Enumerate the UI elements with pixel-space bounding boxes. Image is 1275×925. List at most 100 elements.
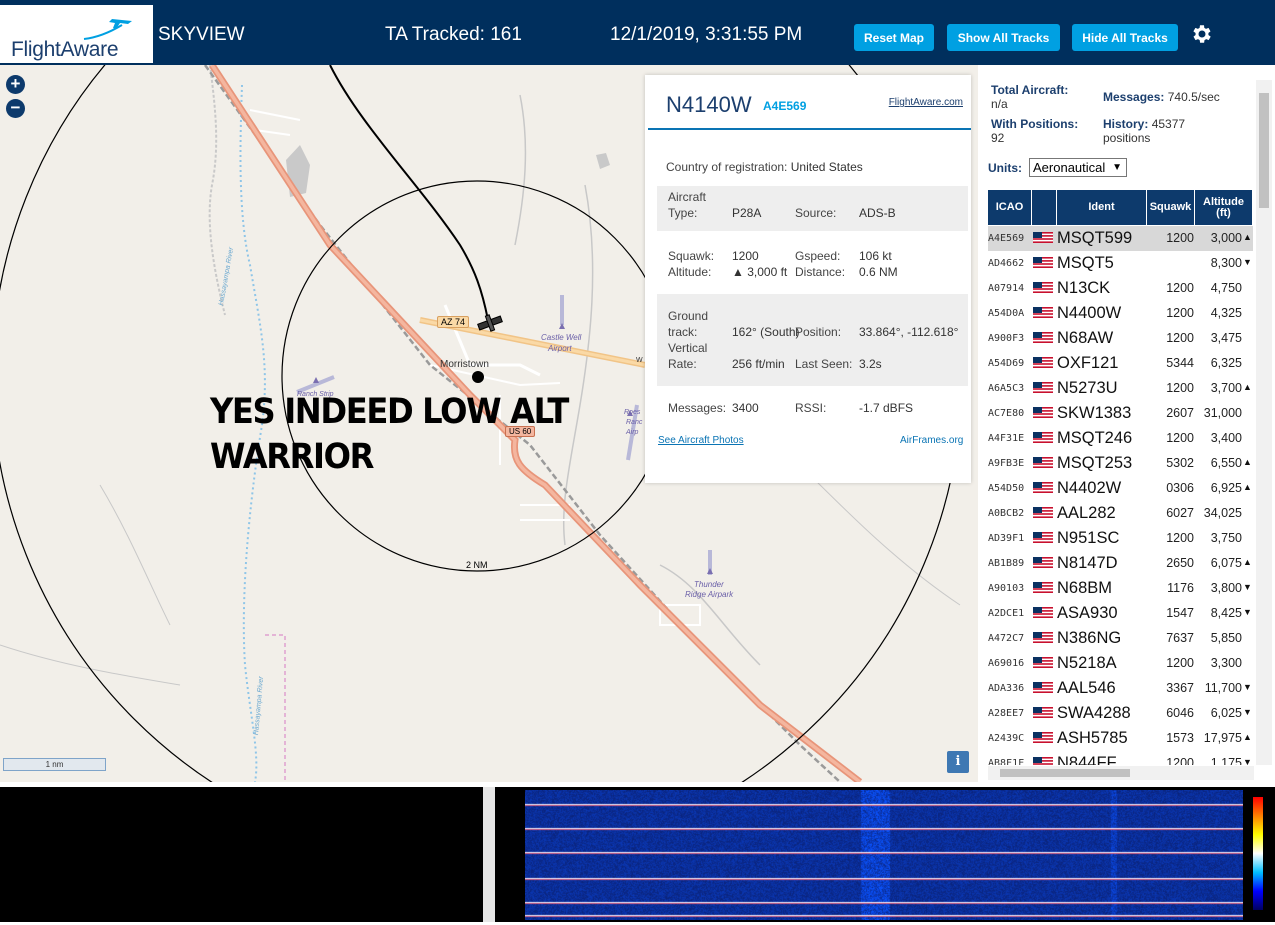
vertical-scroll-thumb[interactable] <box>1259 93 1269 208</box>
spectrum-panel-left <box>0 787 483 922</box>
table-row[interactable]: A54D0A N4400W 1200 4,325 <box>988 301 1253 326</box>
row-squawk: 1200 <box>1166 756 1194 765</box>
table-row[interactable]: A54D50 N4402W 0306 6,925 ▲ <box>988 476 1253 501</box>
zoom-out-button[interactable]: − <box>6 99 25 118</box>
table-row[interactable]: A472C7 N386NG 7637 5,850 <box>988 626 1253 651</box>
table-row[interactable]: A900F3 N68AW 1200 3,475 <box>988 326 1253 351</box>
table-row[interactable]: A2DCE1 ASA930 1547 8,425 ▼ <box>988 601 1253 626</box>
units-select[interactable]: Aeronautical ▼ <box>1029 158 1127 177</box>
col-squawk[interactable]: Squawk <box>1147 190 1195 225</box>
row-squawk: 1200 <box>1166 231 1194 245</box>
table-row[interactable]: AD4662 MSQT5 8,300 ▼ <box>988 251 1253 276</box>
with-positions-label: With Positions: <box>991 117 1079 131</box>
popup-hex[interactable]: A4E569 <box>763 99 806 113</box>
altitude-value: ▲ 3,000 ft <box>732 265 788 279</box>
row-ident: N4402W <box>1057 479 1122 497</box>
row-ident: ASH5785 <box>1057 729 1128 747</box>
table-row[interactable]: AC7E80 SKW1383 2607 31,000 <box>988 401 1253 426</box>
hide-all-tracks-button[interactable]: Hide All Tracks <box>1072 24 1178 51</box>
aircraft-photos-link[interactable]: See Aircraft Photos <box>658 435 744 446</box>
row-icao: A54D50 <box>988 483 1025 494</box>
row-icao: A0BCB2 <box>988 508 1025 519</box>
col-altitude[interactable]: Altitude (ft) <box>1195 190 1253 225</box>
row-ident: SWA4288 <box>1057 704 1131 722</box>
row-vertical-rate-icon: ▼ <box>1243 682 1252 692</box>
table-row[interactable]: A54D69 OXF121 5344 6,325 <box>988 351 1253 376</box>
table-row[interactable]: A69016 N5218A 1200 3,300 <box>988 651 1253 676</box>
castle-well-label-2: Airport <box>548 344 572 353</box>
popup-callsign: N4140W <box>666 92 752 117</box>
us-flag-icon <box>1033 257 1053 268</box>
gear-icon[interactable] <box>1189 22 1213 46</box>
app-title: SKYVIEW <box>158 24 245 45</box>
col-ident[interactable]: Ident <box>1057 190 1147 225</box>
roes-label-3: Airp <box>626 429 639 436</box>
row-squawk: 1200 <box>1166 531 1194 545</box>
table-row[interactable]: AB8F1F N844FF 1200 1,175 ▼ <box>988 751 1253 765</box>
col-icao[interactable]: ICAO <box>988 190 1032 225</box>
us-flag-icon <box>1033 282 1053 293</box>
us-flag-icon <box>1033 332 1053 343</box>
reset-map-button[interactable]: Reset Map <box>854 24 934 51</box>
table-row[interactable]: A0BCB2 AAL282 6027 34,025 <box>988 501 1253 526</box>
row-icao: A28EE7 <box>988 708 1025 719</box>
row-squawk: 2607 <box>1166 406 1194 420</box>
row-icao: A4F31E <box>988 433 1025 444</box>
airframes-link[interactable]: AirFrames.org <box>900 435 963 446</box>
row-icao: A9FB3E <box>988 458 1025 469</box>
distance-value: 0.6 NM <box>859 265 898 279</box>
row-squawk: 1573 <box>1166 731 1194 745</box>
sidebar-vertical-scrollbar[interactable] <box>1256 80 1272 765</box>
flightaware-logo[interactable]: FlightAware <box>0 5 153 63</box>
table-row[interactable]: A6A5C3 N5273U 1200 3,700 ▲ <box>988 376 1253 401</box>
map-info-button[interactable]: i <box>947 751 969 773</box>
table-row[interactable]: A9FB3E MSQT253 5302 6,550 ▲ <box>988 451 1253 476</box>
table-row[interactable]: ADA336 AAL546 3367 11,700 ▼ <box>988 676 1253 701</box>
row-altitude: 6,075 <box>1210 556 1242 570</box>
row-ident: N951SC <box>1057 529 1120 547</box>
waterfall-colorbar <box>1253 797 1263 910</box>
row-vertical-rate-icon: ▼ <box>1243 757 1252 765</box>
table-row[interactable]: AB1B89 N8147D 2650 6,075 ▲ <box>988 551 1253 576</box>
row-vertical-rate-icon: ▼ <box>1243 582 1252 592</box>
us-flag-icon <box>1033 657 1053 668</box>
panel-divider[interactable] <box>483 787 495 922</box>
row-ident: N8147D <box>1057 554 1118 572</box>
overlay-line-2: WARRIOR <box>210 437 374 477</box>
row-altitude: 31,000 <box>1203 406 1242 420</box>
history-unit: positions <box>1103 131 1151 145</box>
row-squawk: 1200 <box>1166 331 1194 345</box>
row-squawk: 6046 <box>1166 706 1194 720</box>
table-row[interactable]: AD39F1 N951SC 1200 3,750 <box>988 526 1253 551</box>
row-ident: N5218A <box>1057 654 1117 672</box>
row-squawk: 5302 <box>1166 456 1194 470</box>
row-ident: MSQT599 <box>1057 229 1133 247</box>
track-label: track: <box>668 325 698 339</box>
table-row[interactable]: A4E569 MSQT599 1200 3,000 ▲ <box>988 226 1253 251</box>
row-altitude: 3,300 <box>1210 656 1242 670</box>
sidebar-horizontal-scrollbar[interactable] <box>988 766 1254 780</box>
squawk-value: 1200 <box>732 249 759 263</box>
receiver-marker <box>472 371 484 383</box>
table-row[interactable]: A07914 N13CK 1200 4,750 <box>988 276 1253 301</box>
show-all-tracks-button[interactable]: Show All Tracks <box>947 24 1060 51</box>
row-ident: N4400W <box>1057 304 1122 322</box>
range-ring-label: 2 NM <box>466 560 488 570</box>
aircraft-table[interactable]: ICAO Ident Squawk Altitude (ft) A4E569 MS… <box>988 190 1253 765</box>
flightaware-link[interactable]: FlightAware.com <box>889 97 963 108</box>
total-aircraft-label: Total Aircraft: <box>991 83 1069 97</box>
row-icao: A90103 <box>988 583 1025 594</box>
type-label: Type: <box>668 206 698 220</box>
row-altitude: 8,300 <box>1210 256 1242 270</box>
row-icao: A472C7 <box>988 633 1025 644</box>
table-row[interactable]: A4F31E MSQT246 1200 3,400 <box>988 426 1253 451</box>
horizontal-scroll-thumb[interactable] <box>1000 769 1130 777</box>
table-row[interactable]: A90103 N68BM 1176 3,800 ▼ <box>988 576 1253 601</box>
col-flag[interactable] <box>1032 190 1057 225</box>
zoom-in-button[interactable]: + <box>6 75 25 94</box>
source-label: Source: <box>795 206 837 220</box>
table-row[interactable]: A2439C ASH5785 1573 17,975 ▲ <box>988 726 1253 751</box>
map-scale-bar: 1 nm <box>3 758 106 771</box>
row-vertical-rate-icon: ▲ <box>1243 232 1252 242</box>
table-row[interactable]: A28EE7 SWA4288 6046 6,025 ▼ <box>988 701 1253 726</box>
